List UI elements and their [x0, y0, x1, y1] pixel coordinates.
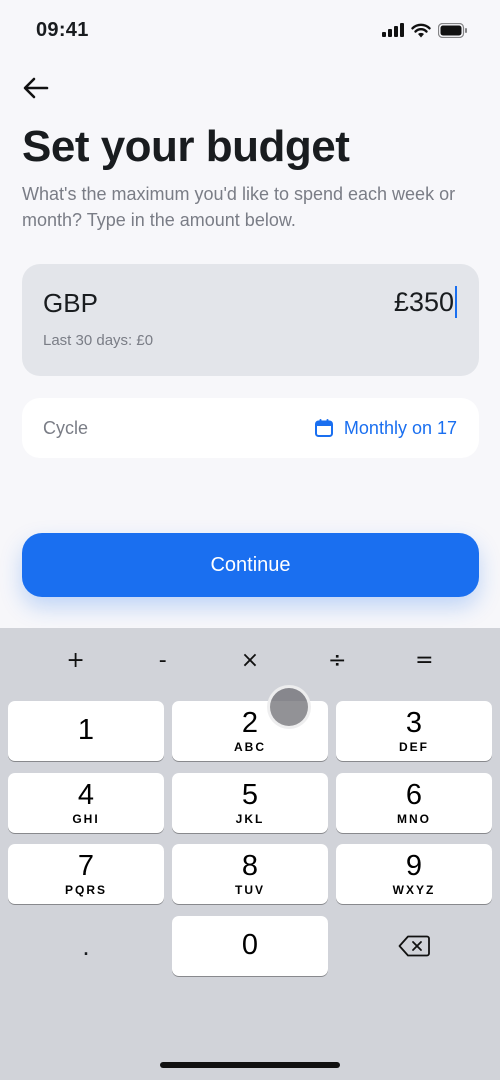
amount-value: £350	[393, 286, 454, 317]
cycle-selector[interactable]: Monthly on 17	[314, 418, 457, 439]
key-digit: 6	[405, 779, 423, 811]
calendar-icon	[314, 419, 333, 437]
arrow-left-icon	[23, 77, 49, 99]
key-letters: ABC	[234, 740, 266, 754]
key-8[interactable]: 8 TUV	[172, 844, 328, 904]
operator-row: + - × ÷ =	[0, 648, 500, 678]
key-4[interactable]: 4 GHI	[8, 773, 164, 833]
plus-key[interactable]: +	[51, 648, 101, 678]
continue-button[interactable]: Continue	[22, 533, 479, 597]
multiply-key[interactable]: ×	[225, 648, 275, 678]
page-title: Set your budget	[22, 122, 350, 171]
key-digit: 7	[77, 850, 95, 882]
key-letters: MNO	[397, 812, 431, 826]
backspace-icon	[398, 935, 430, 957]
key-digit: 1	[77, 714, 95, 746]
last-30-days-spend: Last 30 days: £0	[43, 332, 154, 349]
key-0[interactable]: 0	[172, 916, 328, 976]
wifi-icon	[411, 23, 431, 37]
home-indicator[interactable]	[160, 1062, 340, 1068]
key-1[interactable]: 1	[8, 701, 164, 761]
key-7[interactable]: 7 PQRS	[8, 844, 164, 904]
key-9[interactable]: 9 WXYZ	[336, 844, 492, 904]
key-letters: DEF	[399, 740, 429, 754]
key-digit: 8	[241, 850, 259, 882]
key-digit: 9	[405, 850, 423, 882]
key-letters: TUV	[235, 883, 265, 897]
amount-card[interactable]: GBP £350 Last 30 days: £0	[22, 264, 479, 376]
currency-label[interactable]: GBP	[43, 288, 98, 319]
key-letters: PQRS	[64, 883, 107, 897]
cycle-value: Monthly on 17	[343, 417, 457, 438]
key-5[interactable]: 5 JKL	[172, 773, 328, 833]
key-6[interactable]: 6 MNO	[336, 773, 492, 833]
delete-key[interactable]	[336, 916, 492, 976]
divide-key[interactable]: ÷	[312, 648, 362, 678]
decimal-key[interactable]: .	[8, 916, 164, 976]
numeric-keyboard: + - × ÷ = 1 2 ABC 3 DEF 4 GHI 5 JKL 6 MN…	[0, 628, 500, 1080]
text-caret	[455, 286, 457, 318]
status-bar: 09:41	[0, 0, 500, 60]
cycle-row[interactable]: Cycle Monthly on 17	[22, 398, 479, 458]
touch-indicator	[267, 685, 311, 729]
key-letters: WXYZ	[392, 883, 436, 897]
status-icons	[382, 22, 468, 38]
status-time: 09:41	[36, 18, 89, 41]
key-digit: 0	[241, 929, 259, 961]
key-digit: 3	[405, 707, 423, 739]
page-subtitle: What's the maximum you'd like to spend e…	[22, 184, 456, 230]
key-digit: 4	[77, 779, 95, 811]
cellular-signal-icon	[382, 23, 404, 37]
key-3[interactable]: 3 DEF	[336, 701, 492, 761]
minus-key[interactable]: -	[138, 648, 188, 678]
cycle-label: Cycle	[43, 417, 89, 438]
key-digit: 5	[241, 779, 259, 811]
key-letters: GHI	[72, 812, 100, 826]
back-button[interactable]	[18, 70, 54, 106]
key-letters: JKL	[235, 812, 265, 826]
battery-icon	[438, 22, 467, 38]
amount-input[interactable]: £350	[394, 286, 457, 318]
equals-key[interactable]: =	[399, 648, 449, 678]
